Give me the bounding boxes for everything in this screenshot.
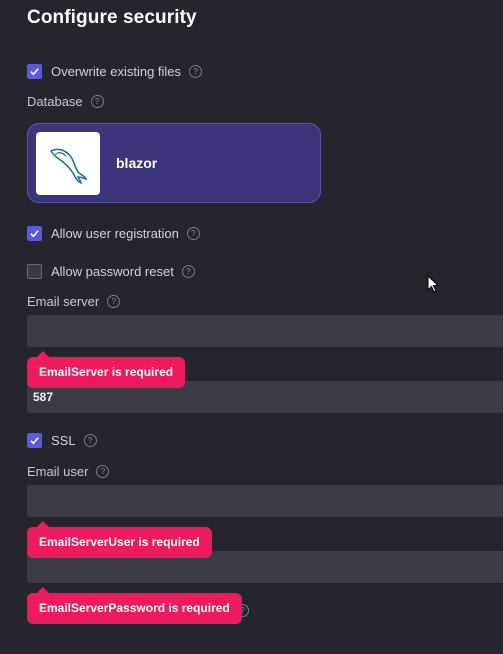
help-icon[interactable]: ? <box>83 434 97 447</box>
mysql-dolphin-icon <box>36 132 100 195</box>
mouse-cursor-icon <box>427 275 439 293</box>
database-label: Database <box>27 94 83 109</box>
page-title: Configure security <box>27 7 197 28</box>
help-icon[interactable]: ? <box>181 265 195 278</box>
ssl-checkbox[interactable] <box>27 433 42 448</box>
configure-security-page: Configure security Overwrite existing fi… <box>0 0 503 654</box>
email-server-label-row: Email server ? <box>27 294 121 309</box>
help-icon[interactable]: ? <box>189 65 203 78</box>
allow-registration-checkbox[interactable] <box>27 226 42 241</box>
help-icon[interactable]: ? <box>96 465 110 478</box>
email-user-label: Email user <box>27 464 89 479</box>
allow-password-reset-label: Allow password reset <box>51 264 174 279</box>
overwrite-row: Overwrite existing files ? <box>27 64 203 79</box>
check-icon <box>30 230 39 238</box>
database-label-row: Database ? <box>27 94 104 109</box>
email-server-error-tooltip: EmailServer is required <box>27 351 186 388</box>
database-name: blazor <box>116 155 158 171</box>
email-server-label: Email server <box>27 294 100 309</box>
email-password-error-tooltip: EmailServerPassword is required <box>27 587 242 624</box>
email-user-label-row: Email user ? <box>27 464 110 479</box>
help-icon[interactable]: ? <box>90 95 104 108</box>
email-user-error-tooltip: EmailServerUser is required <box>27 521 212 558</box>
ssl-label: SSL <box>51 433 76 448</box>
ssl-row: SSL ? <box>27 433 97 448</box>
overwrite-checkbox[interactable] <box>27 64 42 79</box>
email-user-input[interactable] <box>27 485 503 517</box>
help-icon[interactable]: ? <box>107 295 121 308</box>
check-icon <box>30 437 39 445</box>
overwrite-label: Overwrite existing files <box>51 64 182 79</box>
allow-registration-row: Allow user registration ? <box>27 226 200 241</box>
database-option-card[interactable]: blazor <box>27 123 321 203</box>
allow-registration-label: Allow user registration <box>51 226 179 241</box>
help-icon[interactable]: ? <box>186 227 200 240</box>
allow-password-reset-checkbox[interactable] <box>27 264 42 279</box>
email-server-input[interactable] <box>27 315 503 347</box>
check-icon <box>30 68 39 76</box>
allow-password-reset-row: Allow password reset ? <box>27 264 195 279</box>
